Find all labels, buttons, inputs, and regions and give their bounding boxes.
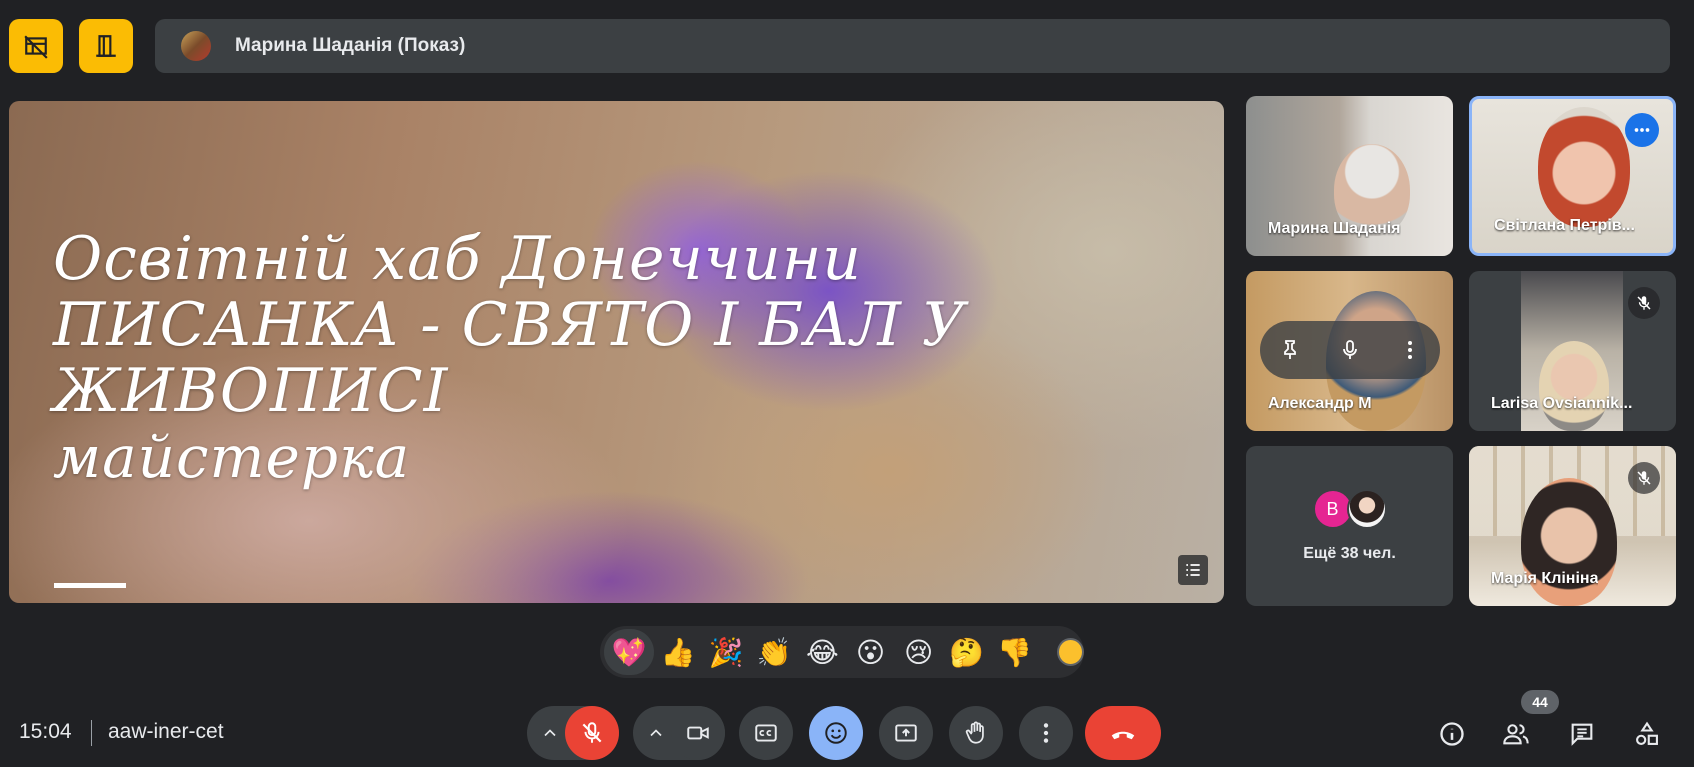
mic-off-icon: [582, 722, 602, 743]
participant-tile[interactable]: Світлана Петрів...: [1469, 96, 1676, 256]
presenter-avatar: [181, 31, 211, 61]
participant-count-badge: 44: [1521, 690, 1559, 714]
reactions-button[interactable]: [809, 706, 863, 760]
more-vertical-icon[interactable]: [1398, 338, 1422, 362]
reaction-party-popper[interactable]: 🎉: [702, 629, 750, 675]
others-count-label: Ещё 38 чел.: [1303, 545, 1396, 562]
presentation-banner: Марина Шаданія (Показ): [155, 19, 1670, 73]
activities-icon: [1636, 721, 1658, 745]
people-button[interactable]: [1494, 712, 1538, 756]
captions-list-button[interactable]: [1178, 555, 1208, 585]
muted-indicator: [1628, 287, 1660, 319]
chevron-up-icon: [650, 729, 662, 737]
presentation-label: Марина Шаданія (Показ): [235, 35, 466, 56]
clock: 15:04: [19, 720, 72, 743]
present-screen-button[interactable]: [879, 706, 933, 760]
slide-line-2: ПИСАНКА - СВЯТО І БАЛ У: [53, 290, 967, 360]
microphone-icon[interactable]: [1338, 338, 1362, 362]
layout-off-icon: [24, 35, 48, 59]
participant-tile[interactable]: Larisa Ovsiannik...: [1469, 271, 1676, 431]
mic-off-icon: [1637, 471, 1651, 485]
participant-name: Александр М: [1268, 395, 1372, 412]
slide-line-1: Освітній хаб Донеччини: [53, 224, 862, 294]
more-options-button[interactable]: [1019, 706, 1073, 760]
slide-line-3: ЖИВОПИСІ: [53, 356, 449, 426]
reaction-thumbs-down[interactable]: 👎: [991, 629, 1039, 675]
participant-video: [1538, 107, 1630, 227]
meeting-code: aaw-iner-cet: [108, 720, 224, 743]
info-icon: [1440, 722, 1464, 746]
chat-button[interactable]: [1560, 712, 1604, 756]
presentation-stage: Освітній хаб Донеччини ПИСАНКА - СВЯТО І…: [9, 101, 1224, 603]
people-icon: [1503, 724, 1529, 745]
others-tile[interactable]: B Ещё 38 чел.: [1246, 446, 1453, 606]
avatar: [1346, 489, 1387, 529]
mic-toggle-button[interactable]: [565, 706, 619, 760]
video-camera-icon: [687, 726, 709, 740]
more-horizontal-icon: [1634, 128, 1650, 132]
slide-text: Освітній хаб Донеччини ПИСАНКА - СВЯТО І…: [53, 226, 966, 490]
divider: [91, 720, 92, 746]
camera-toggle-button[interactable]: [671, 706, 725, 760]
participant-name: Larisa Ovsiannik...: [1491, 395, 1633, 412]
participant-tile[interactable]: Марія Клініна: [1469, 446, 1676, 606]
end-call-icon: [1111, 731, 1135, 740]
mic-off-icon: [1637, 296, 1651, 310]
more-vertical-icon: [1043, 723, 1049, 743]
audio-options-button[interactable]: [530, 706, 570, 760]
closed-captions-icon: [755, 724, 777, 742]
slide-line-4: майстерка: [53, 423, 411, 491]
participant-tile[interactable]: Александр М: [1246, 271, 1453, 431]
reaction-thinking[interactable]: 🤔: [943, 629, 991, 675]
pin-icon[interactable]: [1278, 338, 1302, 362]
reaction-laughing[interactable]: 😂: [798, 629, 846, 675]
participant-tile[interactable]: Марина Шаданія: [1246, 96, 1453, 256]
list-icon: [1186, 564, 1200, 576]
tile-hover-controls: [1260, 321, 1440, 379]
others-avatars: B: [1312, 489, 1387, 529]
video-options-button[interactable]: [636, 706, 676, 760]
participant-name: Світлана Петрів...: [1494, 217, 1635, 234]
slide-underline: [54, 583, 126, 588]
leave-call-button[interactable]: [1085, 706, 1161, 760]
chat-icon: [1571, 723, 1593, 746]
reaction-thumbs-up[interactable]: 👍: [654, 629, 702, 675]
activities-button[interactable]: [1625, 712, 1669, 756]
participant-name: Марина Шаданія: [1268, 220, 1401, 237]
reaction-surprised[interactable]: 😮: [846, 629, 894, 675]
participant-name: Марія Клініна: [1491, 570, 1599, 587]
raise-hand-button[interactable]: [949, 706, 1003, 760]
hand-icon: [965, 721, 984, 744]
present-screen-icon: [895, 724, 917, 742]
reactions-bar: 💖 👍 🎉 👏 😂 😮 😢 🤔 👎: [600, 626, 1084, 678]
emoji-icon: [825, 722, 847, 744]
reaction-sparkling-heart[interactable]: 💖: [604, 629, 655, 675]
captions-button[interactable]: [739, 706, 793, 760]
meeting-details-button[interactable]: [1430, 712, 1474, 756]
hide-presentation-button[interactable]: [9, 19, 63, 73]
reaction-crying[interactable]: 😢: [895, 629, 943, 675]
skin-tone-selector[interactable]: [1056, 638, 1084, 666]
participant-options-button[interactable]: [1625, 113, 1659, 147]
exit-layout-button[interactable]: [79, 19, 133, 73]
chevron-up-icon: [544, 729, 556, 737]
muted-indicator: [1628, 462, 1660, 494]
door-icon: [96, 35, 116, 57]
reaction-clapping[interactable]: 👏: [750, 629, 798, 675]
